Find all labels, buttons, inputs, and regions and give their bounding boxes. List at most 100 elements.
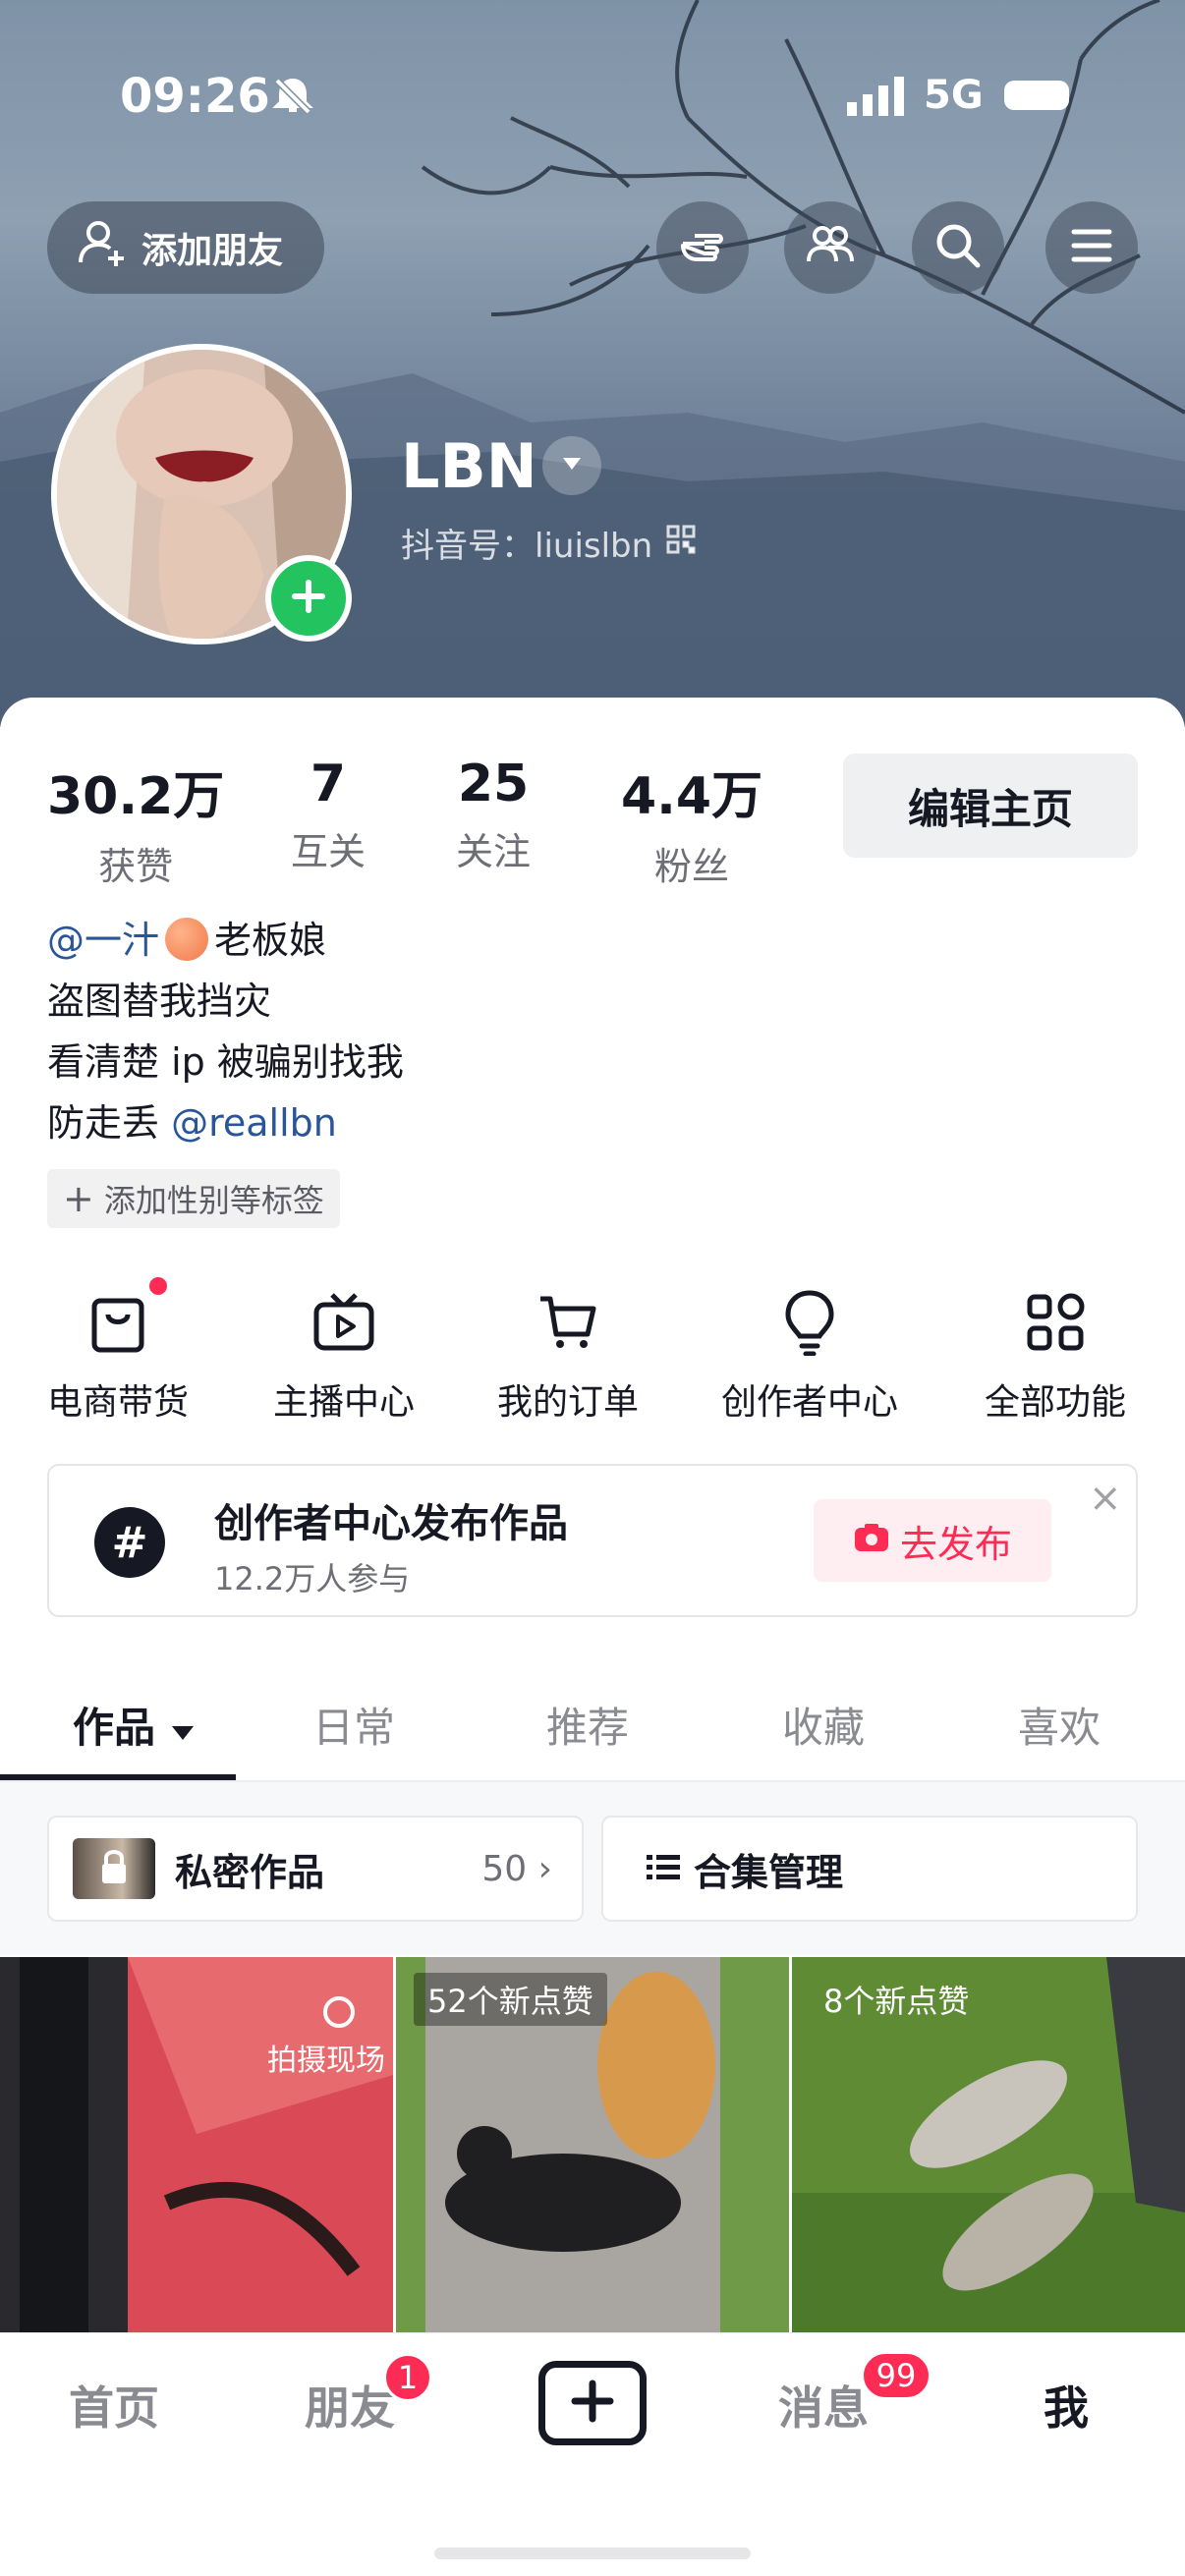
add-tags-label: 添加性别等标签: [103, 1182, 324, 1219]
stat-likes[interactable]: 30.2万 获赞: [47, 755, 224, 890]
collection-manage-button[interactable]: 合集管理: [601, 1816, 1138, 1922]
feature-creator-center[interactable]: 创作者中心: [721, 1287, 898, 1425]
group-people-icon: [803, 218, 858, 277]
bottom-nav: 首页 朋友 1 消息 99 我: [0, 2332, 1185, 2576]
publish-button[interactable]: 去发布: [814, 1499, 1051, 1582]
pointing-hand-button[interactable]: [656, 201, 749, 294]
shopping-bag-icon: [47, 1287, 189, 1358]
douyin-id-row[interactable]: 抖音号：liuislbn: [401, 519, 696, 567]
nav-messages[interactable]: 消息: [778, 2373, 869, 2437]
pointing-hand-icon: [675, 218, 730, 277]
add-person-icon: [77, 217, 130, 279]
tab-works[interactable]: 作品: [73, 1695, 196, 1755]
battery-icon: [1004, 81, 1069, 110]
stat-label: 关注: [456, 830, 532, 873]
friends-badge: 1: [383, 2353, 432, 2402]
stat-mutual[interactable]: 7 互关: [291, 755, 366, 875]
friends-group-button[interactable]: [784, 201, 876, 294]
tab-favorites[interactable]: 收藏: [782, 1695, 865, 1755]
nav-friends[interactable]: 朋友: [305, 2373, 395, 2437]
feature-ecommerce[interactable]: 电商带货: [47, 1287, 189, 1425]
plus-icon: [571, 2380, 614, 2427]
stat-number: 25: [457, 755, 530, 813]
plus-icon: +: [63, 1177, 94, 1220]
messages-badge: 99: [861, 2351, 931, 2400]
video-badge: 拍摄现场: [267, 2044, 385, 2078]
add-avatar-button[interactable]: [265, 555, 352, 642]
stat-followers[interactable]: 4.4万 粉丝: [621, 755, 762, 890]
video-badge: 8个新点赞: [823, 1983, 970, 2020]
camera-icon: [853, 1519, 890, 1562]
bio-mention-link[interactable]: @reallbn: [171, 1101, 337, 1145]
tab-daily[interactable]: 日常: [312, 1695, 395, 1755]
video-badge: 52个新点赞: [414, 1973, 607, 2026]
stat-number: 7: [310, 755, 347, 813]
list-icon: [647, 1853, 680, 1884]
douyin-id-text: 抖音号：liuislbn: [401, 527, 653, 566]
menu-button[interactable]: [1045, 201, 1138, 294]
feature-label: 全部功能: [985, 1382, 1127, 1423]
bio-line-4: 防走丢 @reallbn: [47, 1092, 337, 1147]
dropdown-triangle-icon: [561, 456, 583, 476]
feature-label: 电商带货: [47, 1382, 190, 1423]
feature-label: 主播中心: [273, 1382, 416, 1423]
add-friend-button[interactable]: 添加朋友: [47, 201, 324, 294]
tab-label: 作品: [73, 1704, 156, 1752]
tv-play-icon: [273, 1287, 415, 1358]
video-thumbnail[interactable]: 8个新点赞: [792, 1957, 1185, 2332]
notification-dot: [149, 1277, 167, 1295]
hamburger-menu-icon: [1068, 222, 1115, 273]
private-works-thumbnail: [73, 1838, 155, 1899]
nav-home[interactable]: 首页: [69, 2373, 159, 2437]
promo-subtitle: 12.2万人参与: [214, 1560, 411, 1597]
bio-text: 防走丢: [47, 1101, 172, 1145]
cart-icon: [497, 1287, 639, 1358]
close-icon[interactable]: ×: [1089, 1476, 1122, 1521]
publish-label: 去发布: [899, 1522, 1012, 1566]
collection-manage-label: 合集管理: [694, 1850, 844, 1894]
chevron-right-icon: ›: [537, 1848, 552, 1889]
create-post-button[interactable]: [538, 2361, 647, 2445]
creator-promo-card[interactable]: # 创作者中心发布作品 12.2万人参与 去发布 ×: [47, 1464, 1138, 1617]
private-works-count: 50 ›: [481, 1848, 552, 1889]
stat-label: 互关: [291, 830, 367, 873]
nav-me[interactable]: 我: [1044, 2373, 1089, 2437]
bio-line-1: @一汁 老板娘: [47, 910, 326, 964]
add-friend-label: 添加朋友: [141, 231, 284, 271]
feature-label: 我的订单: [497, 1382, 640, 1423]
status-time: 09:26: [120, 69, 270, 124]
feature-streamer-center[interactable]: 主播中心: [273, 1287, 415, 1425]
video-thumbnail[interactable]: 拍摄现场: [0, 1957, 393, 2332]
tab-recommended[interactable]: 推荐: [546, 1695, 629, 1755]
profile-username: LBN: [401, 430, 537, 502]
private-works-button[interactable]: 私密作品 50 ›: [47, 1816, 584, 1922]
edit-profile-button[interactable]: 编辑主页: [843, 754, 1138, 858]
private-works-label: 私密作品: [175, 1850, 325, 1894]
plus-icon: [289, 577, 328, 620]
search-icon: [932, 220, 984, 275]
peach-emoji-icon: [165, 918, 209, 961]
account-switch-button[interactable]: [542, 436, 601, 495]
dropdown-triangle-icon: [170, 1704, 196, 1752]
bio-mention-link[interactable]: @一汁: [47, 919, 159, 962]
network-type: 5G: [924, 73, 984, 118]
feature-all-functions[interactable]: 全部功能: [985, 1287, 1126, 1425]
feature-my-orders[interactable]: 我的订单: [497, 1287, 639, 1425]
search-button[interactable]: [912, 201, 1004, 294]
promo-title: 创作者中心发布作品: [214, 1501, 568, 1546]
hashtag-icon: #: [94, 1507, 165, 1578]
bio-text: 老板娘: [214, 919, 327, 962]
stat-label: 获赞: [98, 845, 174, 888]
grid-icon: [985, 1287, 1126, 1358]
lightbulb-icon: [721, 1287, 898, 1358]
bio-line-2: 盗图替我挡灾: [47, 980, 272, 1023]
signal-icon: [847, 77, 906, 120]
stat-label: 粉丝: [654, 845, 730, 888]
stat-following[interactable]: 25 关注: [456, 755, 531, 875]
qr-code-icon[interactable]: [666, 524, 696, 563]
video-thumbnail[interactable]: 52个新点赞: [396, 1957, 789, 2332]
add-tags-button[interactable]: + 添加性别等标签: [47, 1169, 340, 1228]
stat-number: 30.2万: [47, 767, 225, 826]
tab-likes[interactable]: 喜欢: [1018, 1695, 1100, 1755]
bio-line-3: 看清楚 ip 被骗别找我: [47, 1040, 404, 1084]
